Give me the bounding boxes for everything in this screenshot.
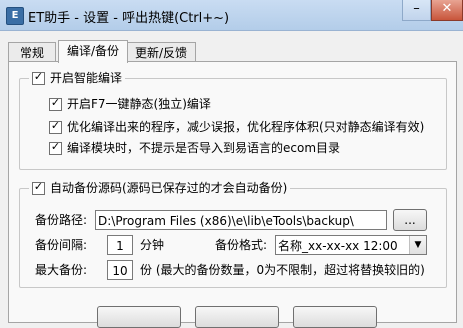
checkbox-box[interactable]: ✓ [49,139,62,155]
smart-compile-label: 开启智能编译 [50,71,123,85]
tab-panel-compile-backup: ✓ 开启智能编译 ✓ 开启F7一键静态(独立)编译 ✓ 优化编译出来的程序，减少… [8,61,457,328]
window-title: ET助手 - 设置 - 呼出热键(Ctrl+~) [28,11,230,26]
smart-compile-checkbox[interactable]: ✓ 开启智能编译 [29,69,126,86]
option-optimize-output[interactable]: ✓ 优化编译出来的程序，减少误报，优化程序体积(只对静态编译有效) [49,119,424,135]
title-bar[interactable]: E ET助手 - 设置 - 呼出热键(Ctrl+~) – ✕ [0,0,463,31]
auto-backup-checkbox[interactable]: ✓ 自动备份源码(源码已保存过的才会自动备份) [29,179,291,196]
option-f7-static-compile[interactable]: ✓ 开启F7一键静态(独立)编译 [49,96,211,112]
backup-interval-label: 备份间隔: [35,238,88,252]
option-label: 开启F7一键静态(独立)编译 [67,97,211,111]
browse-button[interactable]: ... [393,209,427,231]
tab-general[interactable]: 常规 [8,42,56,63]
ok-button[interactable] [97,306,181,328]
max-backup-description: 份 (最大的备份数量，0为不限制，超过将替换较旧的) [140,263,425,277]
tab-update-feedback[interactable]: 更新/反馈 [126,42,196,63]
option-label: 优化编译出来的程序，减少误报，优化程序体积(只对静态编译有效) [67,120,425,134]
chevron-down-icon[interactable]: ▼ [409,236,426,254]
backup-interval-input[interactable]: 1 [107,235,133,255]
apply-button[interactable] [293,306,377,328]
backup-format-select[interactable]: 名称_xx-xx-xx 12:00 ▼ [275,235,427,255]
backup-path-label: 备份路径: [35,213,88,227]
cancel-button[interactable] [195,306,279,328]
max-backup-label: 最大备份: [35,263,88,277]
app-icon: E [6,7,24,25]
backup-format-label: 备份格式: [215,238,268,252]
check-icon: ✓ [33,179,44,193]
backup-interval-unit: 分钟 [140,238,165,252]
backup-format-value: 名称_xx-xx-xx 12:00 [278,239,398,253]
tab-compile-backup[interactable]: 编译/备份 [58,40,128,63]
checkbox-box[interactable]: ✓ [49,118,62,134]
checkbox-box[interactable]: ✓ [32,179,45,195]
option-no-ecom-prompt[interactable]: ✓ 编译模块时，不提示是否导入到易语言的ecom目录 [49,140,340,156]
checkbox-box[interactable]: ✓ [32,69,45,85]
backup-path-input[interactable]: D:\Program Files (x86)\e\lib\eTools\back… [95,210,387,230]
option-label: 编译模块时，不提示是否导入到易语言的ecom目录 [67,141,341,155]
auto-backup-label: 自动备份源码(源码已保存过的才会自动备份) [50,181,288,195]
max-backup-input[interactable]: 10 [107,260,133,280]
check-icon: ✓ [50,118,61,132]
check-icon: ✓ [33,69,44,83]
check-icon: ✓ [50,139,61,153]
close-button[interactable]: ✕ [431,0,463,21]
minimize-button[interactable]: – [402,0,431,21]
checkbox-box[interactable]: ✓ [49,95,62,111]
check-icon: ✓ [50,95,61,109]
